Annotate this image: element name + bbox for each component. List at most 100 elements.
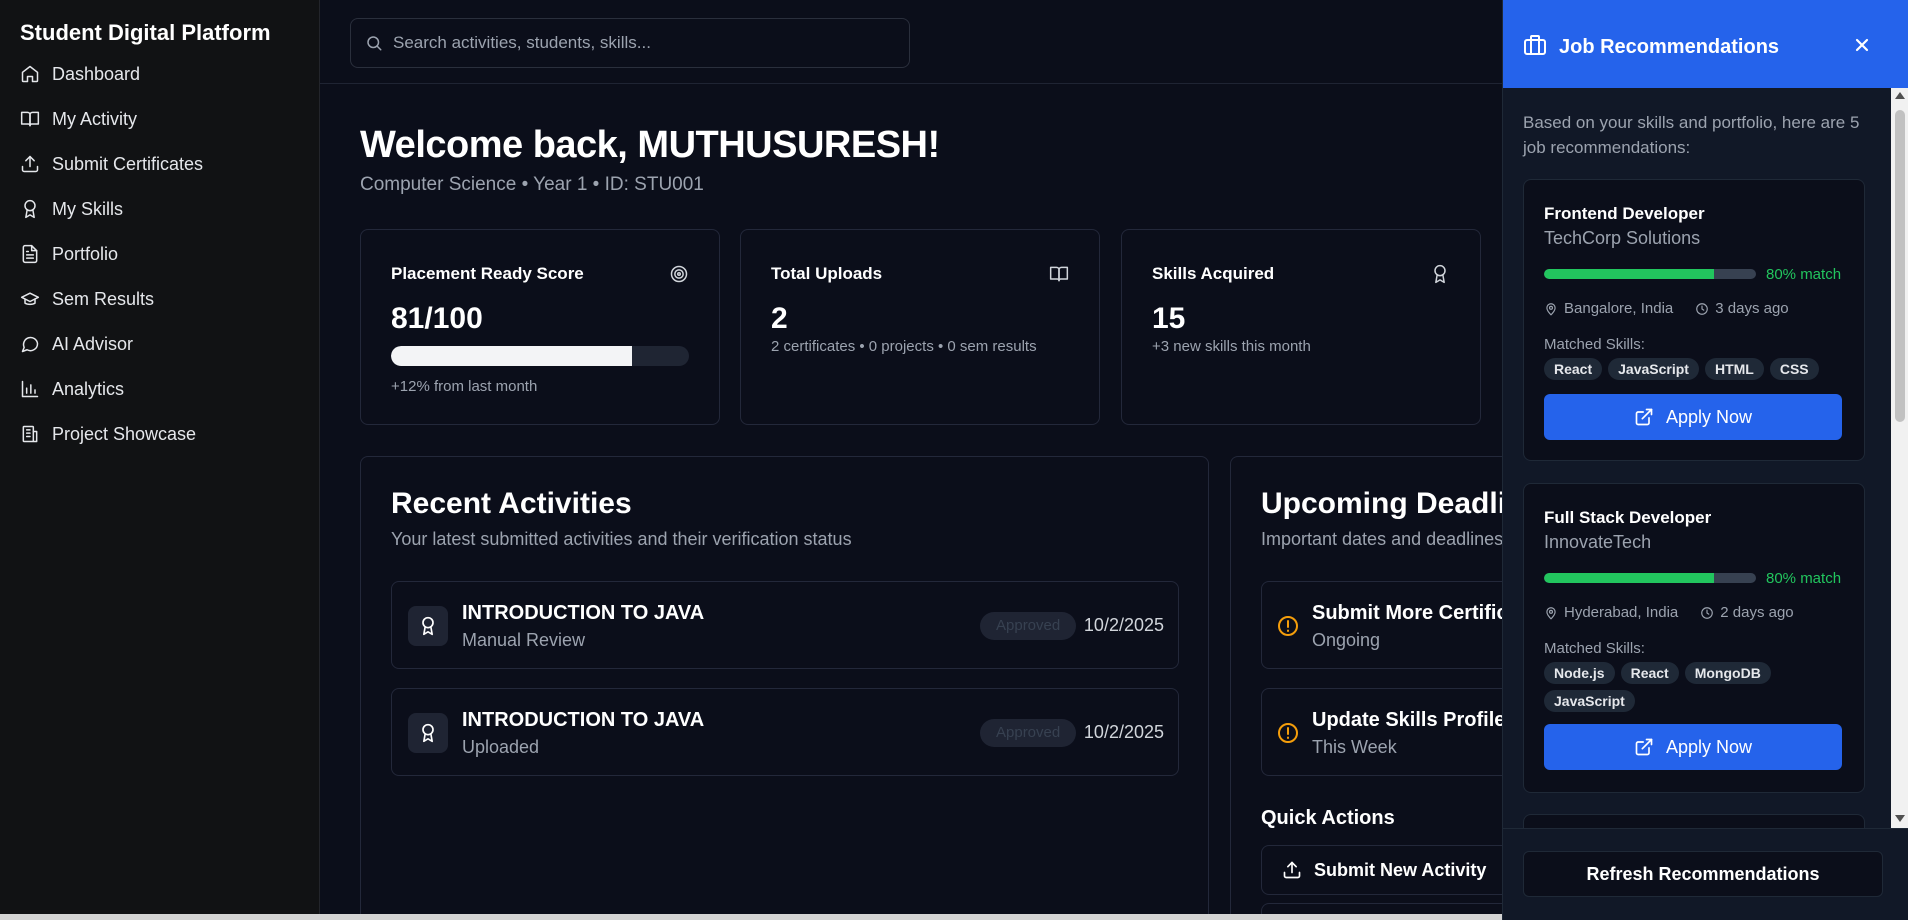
- map-pin-icon: [1546, 606, 1556, 619]
- job-location: Hyderabad, India: [1564, 604, 1679, 621]
- matched-skills-label: Matched Skills:: [1544, 640, 1645, 657]
- file-text-icon: [22, 244, 38, 264]
- panel-intro: Based on your skills and portfolio, here…: [1523, 113, 1860, 157]
- alert-circle-icon: [1278, 616, 1298, 636]
- panel-header: Job Recommendations: [1503, 0, 1908, 88]
- sidebar-item-submit-certificates[interactable]: Submit Certificates: [20, 150, 203, 178]
- student-info: Computer Science • Year 1 • ID: STU001: [360, 174, 704, 195]
- sidebar-item-my-skills[interactable]: My Skills: [20, 195, 123, 223]
- activity-date: 10/2/2025: [1083, 722, 1164, 742]
- job-posted: 3 days ago: [1715, 300, 1789, 317]
- panel-scrollbar[interactable]: [1891, 88, 1908, 828]
- refresh-recommendations-button[interactable]: Refresh Recommendations: [1523, 851, 1883, 897]
- stat-note: +3 new skills this month: [1152, 338, 1311, 355]
- sidebar-item-label: Portfolio: [52, 243, 119, 264]
- match-bar: [1544, 269, 1756, 279]
- button-label: Apply Now: [1665, 406, 1753, 427]
- clock-icon: [1701, 606, 1714, 619]
- match-text: 80% match: [1766, 570, 1842, 587]
- window-bottom-border: [0, 914, 1502, 920]
- award-icon: [24, 199, 36, 219]
- sidebar-item-dashboard[interactable]: Dashboard: [20, 60, 140, 88]
- stat-title: Total Uploads: [771, 264, 883, 283]
- panel-body[interactable]: Based on your skills and portfolio, here…: [1503, 88, 1891, 828]
- stat-note: 2 certificates • 0 projects • 0 sem resu…: [771, 338, 1037, 355]
- activity-item[interactable]: INTRODUCTION TO JAVA Manual Review Appro…: [391, 581, 1179, 669]
- sidebar-item-label: Project Showcase: [52, 423, 197, 444]
- sidebar-item-portfolio[interactable]: Portfolio: [20, 240, 118, 268]
- book-open-icon: [1049, 266, 1069, 282]
- scroll-down-arrow[interactable]: [1895, 815, 1905, 822]
- job-title: Full Stack Developer: [1544, 508, 1712, 527]
- skill-tag: React: [1544, 358, 1603, 380]
- apply-now-button[interactable]: Apply Now: [1544, 724, 1842, 770]
- deadline-subtitle: Ongoing: [1312, 630, 1381, 650]
- activity-title: INTRODUCTION TO JAVA: [462, 709, 705, 731]
- job-company: TechCorp Solutions: [1544, 228, 1701, 248]
- sidebar-item-label: Analytics: [52, 378, 125, 399]
- scroll-up-arrow[interactable]: [1895, 92, 1905, 99]
- status-badge: Approved: [980, 719, 1077, 747]
- stat-card-skills-acquired: Skills Acquired 15 +3 new skills this mo…: [1121, 229, 1481, 425]
- submit-new-activity-button[interactable]: Submit New Activity: [1261, 845, 1502, 895]
- apply-now-button[interactable]: Apply Now: [1544, 394, 1842, 440]
- search-box[interactable]: [350, 18, 910, 68]
- deadline-title: Submit More Certificates: [1312, 602, 1502, 624]
- external-link-icon: [1635, 408, 1653, 426]
- sidebar-item-label: My Activity: [52, 108, 138, 129]
- sidebar-item-label: My Skills: [52, 198, 123, 219]
- skill-tag: Node.js: [1544, 662, 1615, 684]
- activity-subtitle: Manual Review: [462, 630, 586, 650]
- deadline-item[interactable]: Update Skills Profile This Week: [1261, 688, 1502, 776]
- home-icon: [21, 65, 39, 83]
- sidebar-item-label: Dashboard: [52, 63, 141, 84]
- award-icon: [1434, 264, 1446, 284]
- activity-item[interactable]: INTRODUCTION TO JAVA Uploaded Approved 1…: [391, 688, 1179, 776]
- deadline-item[interactable]: Submit More Certificates Ongoing: [1261, 581, 1502, 669]
- bar-chart-icon: [21, 380, 39, 398]
- matched-skills-label: Matched Skills:: [1544, 336, 1645, 353]
- skill-tag: CSS: [1769, 358, 1819, 380]
- page-title: Welcome back, MUTHUSURESH!: [360, 124, 940, 166]
- sidebar-item-my-activity[interactable]: My Activity: [20, 105, 137, 133]
- stat-card-total-uploads: Total Uploads 2 2 certificates • 0 proje…: [740, 229, 1100, 425]
- sidebar-item-label: Submit Certificates: [52, 153, 204, 174]
- activity-icon-box: [408, 713, 448, 753]
- job-company: InnovateTech: [1544, 532, 1652, 552]
- quick-actions-title: Quick Actions: [1261, 807, 1395, 829]
- message-circle-icon: [21, 336, 39, 353]
- sidebar-item-ai-advisor[interactable]: AI Advisor: [20, 330, 133, 358]
- skill-tag: JavaScript: [1544, 690, 1635, 712]
- close-button[interactable]: [1847, 30, 1877, 60]
- skill-tags: Node.js React MongoDB JavaScript: [1544, 662, 1784, 712]
- scroll-thumb[interactable]: [1895, 110, 1905, 422]
- section-title: Upcoming Deadlines: [1261, 487, 1502, 520]
- sidebar-item-project-showcase[interactable]: Project Showcase: [20, 420, 196, 448]
- match-fill: [1544, 269, 1714, 279]
- external-link-icon: [1635, 738, 1653, 756]
- upcoming-deadlines-card: Upcoming Deadlines Important dates and d…: [1230, 456, 1502, 920]
- job-card: Full Stack Developer InnovateTech 80% ma…: [1523, 483, 1865, 793]
- skill-tag: JavaScript: [1608, 358, 1699, 380]
- brand-title: Student Digital Platform: [20, 20, 271, 45]
- stat-title: Placement Ready Score: [391, 264, 584, 283]
- sidebar-item-label: AI Advisor: [52, 333, 134, 354]
- button-label: Submit New Activity: [1314, 859, 1487, 880]
- match-text: 80% match: [1766, 266, 1842, 283]
- sidebar-item-sem-results[interactable]: Sem Results: [20, 285, 154, 313]
- clock-icon: [1696, 302, 1709, 315]
- stat-value: 15: [1152, 302, 1186, 335]
- target-icon: [670, 265, 688, 283]
- upload-icon: [21, 155, 39, 173]
- top-bar: [320, 0, 1502, 84]
- map-pin-icon: [1546, 302, 1556, 315]
- panel-footer: Refresh Recommendations: [1503, 828, 1908, 920]
- stat-card-placement-score: Placement Ready Score 81/100 +12% from l…: [360, 229, 720, 425]
- skill-tag: React: [1620, 662, 1679, 684]
- skill-tag: HTML: [1704, 358, 1764, 380]
- stat-note: +12% from last month: [391, 378, 538, 395]
- sidebar-item-label: Sem Results: [52, 288, 155, 309]
- sidebar-item-analytics[interactable]: Analytics: [20, 375, 124, 403]
- search-input[interactable]: [393, 33, 893, 53]
- activity-subtitle: Uploaded: [462, 737, 540, 757]
